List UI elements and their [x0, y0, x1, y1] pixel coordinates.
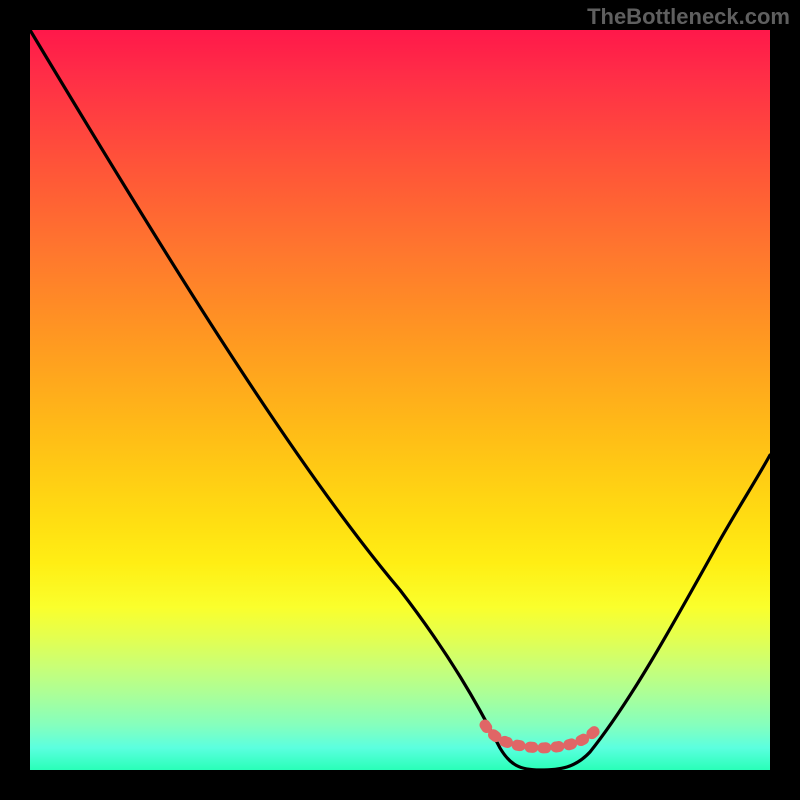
chart-container: TheBottleneck.com — [0, 0, 800, 800]
plot-area — [30, 30, 770, 770]
watermark-text: TheBottleneck.com — [587, 4, 790, 30]
bottleneck-curve-line — [30, 30, 770, 770]
optimal-band-marker — [485, 725, 600, 748]
curve-svg — [30, 30, 770, 770]
